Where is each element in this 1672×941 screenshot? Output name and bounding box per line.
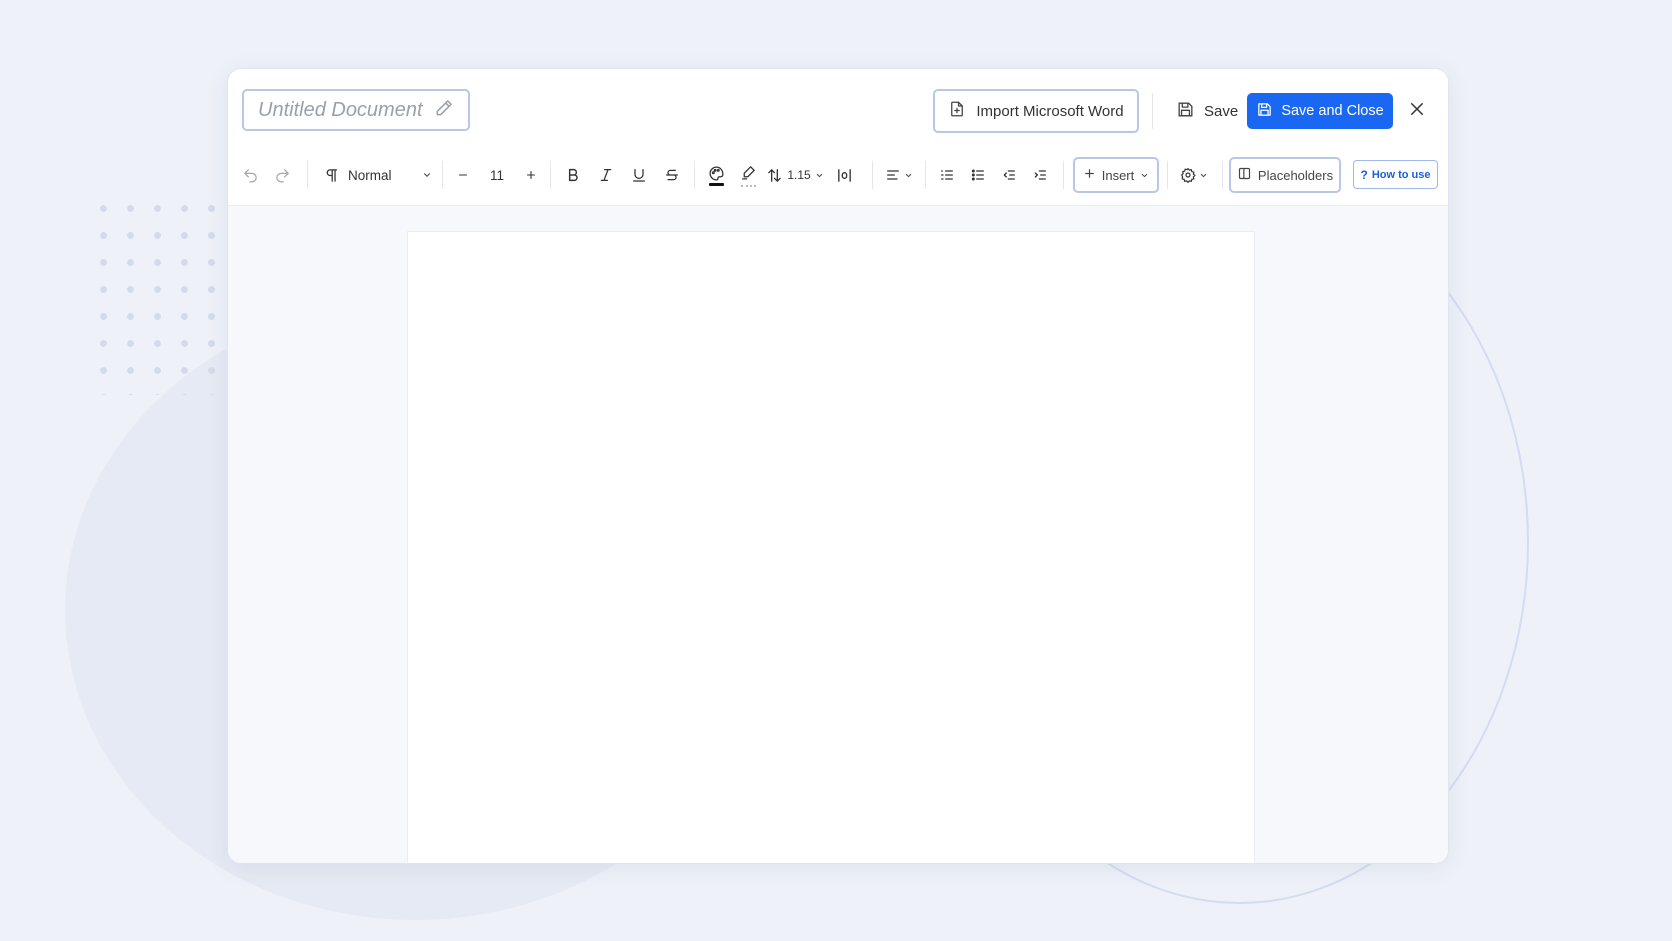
paragraph-icon [323, 167, 340, 184]
import-word-label: Import Microsoft Word [976, 102, 1124, 120]
toolbar-separator [694, 161, 695, 189]
redo-icon [274, 167, 291, 184]
import-word-button[interactable]: Import Microsoft Word [933, 89, 1139, 133]
align-left-icon [885, 167, 901, 183]
line-spacing-select[interactable]: 1.15 [766, 145, 824, 205]
underline-icon [631, 167, 647, 183]
undo-button[interactable] [236, 145, 264, 205]
toolbar-separator [872, 161, 873, 189]
decrease-font-size-button[interactable] [450, 145, 476, 205]
bulleted-list-button[interactable] [964, 145, 992, 205]
question-icon: ? [1360, 167, 1368, 182]
background-dot-grid [90, 195, 215, 395]
strikethrough-button[interactable] [658, 145, 686, 205]
alignment-select[interactable] [881, 145, 917, 205]
line-spacing-value: 1.15 [787, 168, 811, 182]
toolbar-separator [1063, 161, 1064, 189]
toolbar-separator [550, 161, 551, 189]
indent-button[interactable] [1026, 145, 1054, 205]
italic-icon [598, 167, 614, 183]
outdent-button[interactable] [995, 145, 1023, 205]
plus-icon [1083, 167, 1096, 183]
toolbar-separator [925, 161, 926, 189]
numbered-list-button[interactable] [933, 145, 961, 205]
settings-menu-button[interactable] [1174, 145, 1214, 205]
save-and-close-button[interactable]: Save and Close [1247, 93, 1393, 129]
document-canvas [228, 206, 1448, 863]
toolbar-separator [1167, 161, 1168, 189]
bulleted-list-icon [970, 167, 986, 183]
pencil-icon [434, 98, 454, 123]
save-and-close-label: Save and Close [1281, 103, 1384, 119]
bold-icon [565, 167, 581, 183]
undo-icon [242, 167, 259, 184]
line-spacing-icon [766, 167, 783, 184]
toolbar-separator [307, 161, 308, 189]
plus-icon [525, 169, 537, 181]
document-page-body[interactable] [407, 231, 1255, 863]
bold-button[interactable] [559, 145, 587, 205]
paragraph-style-select[interactable]: Normal [323, 145, 433, 205]
text-color-swatch [708, 182, 724, 186]
chevron-down-icon [422, 170, 432, 180]
toolbar-separator [442, 161, 443, 189]
placeholders-button[interactable]: Placeholders [1229, 157, 1341, 193]
editor-header: Untitled Document Import Microsoft Word … [228, 69, 1448, 146]
font-size-field[interactable]: 11 [482, 145, 512, 205]
save-label: Save [1204, 102, 1239, 120]
palette-icon [708, 165, 725, 182]
text-color-button[interactable] [702, 145, 730, 205]
chevron-down-icon [1140, 168, 1149, 183]
document-title-placeholder: Untitled Document [258, 98, 423, 121]
highlight-color-swatch [740, 182, 756, 187]
chevron-down-icon [904, 171, 913, 180]
paragraph-style-value: Normal [348, 167, 392, 183]
formatting-toolbar: Normal 11 1.15 Insert Placeholders ? How… [228, 145, 1448, 206]
chevron-down-icon [815, 171, 824, 180]
chevron-down-icon [1199, 171, 1208, 180]
strikethrough-icon [664, 167, 680, 183]
save-icon [1176, 100, 1195, 123]
increase-font-size-button[interactable] [518, 145, 544, 205]
minus-icon [457, 169, 469, 181]
document-title-field[interactable]: Untitled Document [242, 89, 470, 131]
insert-button[interactable]: Insert [1073, 157, 1159, 193]
word-import-icon [948, 100, 966, 122]
italic-button[interactable] [592, 145, 620, 205]
save-icon [1256, 101, 1273, 122]
text-direction-button[interactable] [830, 145, 858, 205]
outdent-icon [1001, 167, 1017, 183]
underline-button[interactable] [625, 145, 653, 205]
how-to-use-button[interactable]: ? How to use [1353, 160, 1438, 189]
close-icon [1408, 100, 1426, 123]
numbered-list-icon [939, 167, 955, 183]
document-editor-window: Untitled Document Import Microsoft Word … [227, 68, 1449, 864]
indent-icon [1032, 167, 1048, 183]
highlight-color-button[interactable] [734, 145, 762, 205]
panel-icon [1237, 166, 1252, 184]
close-button[interactable] [1403, 97, 1431, 125]
insert-label: Insert [1101, 167, 1135, 183]
gear-icon [1180, 167, 1196, 183]
redo-button[interactable] [268, 145, 296, 205]
how-to-use-label: How to use [1371, 168, 1431, 181]
highlighter-icon [740, 164, 757, 181]
save-button[interactable]: Save [1168, 89, 1246, 133]
toolbar-separator [1222, 161, 1223, 189]
placeholders-label: Placeholders [1257, 167, 1334, 183]
header-divider [1152, 93, 1153, 129]
text-direction-icon [836, 167, 853, 184]
